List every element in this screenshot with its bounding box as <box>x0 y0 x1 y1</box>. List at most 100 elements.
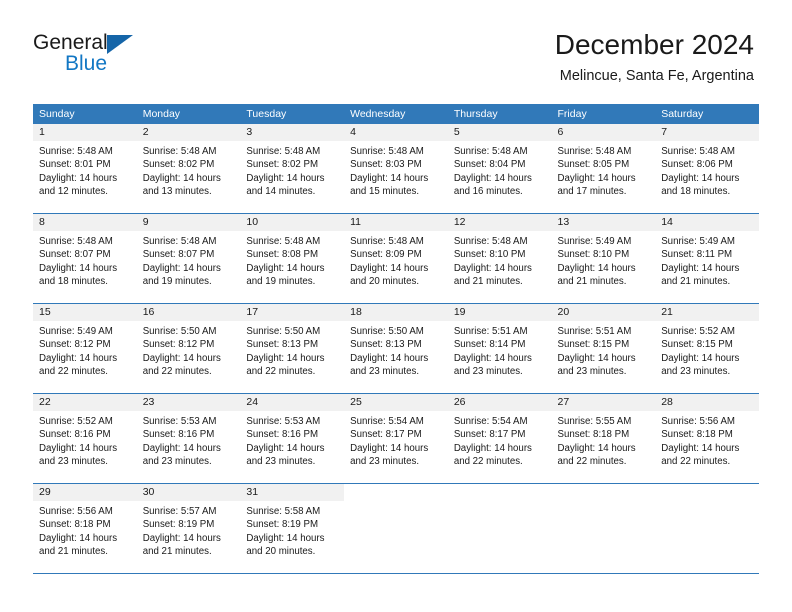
day-cell-empty <box>447 484 552 573</box>
daylight-text-line2: and 23 minutes. <box>350 366 420 378</box>
day-details: Sunrise: 5:48 AM Sunset: 8:04 PM Dayligh… <box>448 141 552 199</box>
daylight-text-line2: and 21 minutes. <box>39 546 108 558</box>
daylight-text-line1: Daylight: 14 hours <box>246 352 325 364</box>
daylight-text-line2: and 23 minutes. <box>557 366 627 378</box>
day-cell[interactable]: 15 Sunrise: 5:49 AM Sunset: 8:12 PM Dayl… <box>33 304 137 393</box>
day-cell[interactable]: 14 Sunrise: 5:49 AM Sunset: 8:11 PM Dayl… <box>655 214 759 303</box>
logo-text-general: General <box>33 31 108 54</box>
day-cell[interactable]: 24 Sunrise: 5:53 AM Sunset: 8:16 PM Dayl… <box>240 394 345 483</box>
daylight-text-line2: and 21 minutes. <box>453 276 523 288</box>
daylight-text-line2: and 23 minutes. <box>246 456 316 468</box>
sunrise-text: Sunrise: 5:48 AM <box>557 146 632 157</box>
sunset-text: Sunset: 8:01 PM <box>39 159 111 171</box>
day-details: Sunrise: 5:50 AM Sunset: 8:13 PM Dayligh… <box>344 321 448 379</box>
day-details: Sunrise: 5:54 AM Sunset: 8:17 PM Dayligh… <box>448 411 552 469</box>
day-details: Sunrise: 5:49 AM Sunset: 8:12 PM Dayligh… <box>33 321 137 379</box>
day-cell[interactable]: 2 Sunrise: 5:48 AM Sunset: 8:02 PM Dayli… <box>136 124 241 213</box>
day-details: Sunrise: 5:58 AM Sunset: 8:19 PM Dayligh… <box>240 501 344 559</box>
day-cell[interactable]: 25 Sunrise: 5:54 AM Sunset: 8:17 PM Dayl… <box>344 394 448 483</box>
sunset-text: Sunset: 8:11 PM <box>661 249 733 261</box>
weekday-header-row: Sunday Monday Tuesday Wednesday Thursday… <box>33 104 759 124</box>
logo-text-blue: Blue <box>65 52 108 75</box>
sunrise-text: Sunrise: 5:48 AM <box>661 146 735 157</box>
sunrise-text: Sunrise: 5:48 AM <box>142 146 217 157</box>
weekday-header-monday: Monday <box>142 108 181 120</box>
sunset-text: Sunset: 8:08 PM <box>246 249 319 261</box>
day-cell[interactable]: 3 Sunrise: 5:48 AM Sunset: 8:02 PM Dayli… <box>240 124 345 213</box>
day-cell[interactable]: 17 Sunrise: 5:50 AM Sunset: 8:13 PM Dayl… <box>240 304 345 393</box>
day-number: 25 <box>344 394 448 411</box>
day-number: 4 <box>344 124 448 141</box>
daylight-text-line2: and 14 minutes. <box>246 186 316 198</box>
daylight-text-line2: and 20 minutes. <box>350 276 420 288</box>
sunset-text: Sunset: 8:02 PM <box>246 159 319 171</box>
page-subtitle: Melincue, Santa Fe, Argentina <box>559 68 754 84</box>
sunrise-text: Sunrise: 5:57 AM <box>142 506 217 517</box>
day-cell[interactable]: 29 Sunrise: 5:56 AM Sunset: 8:18 PM Dayl… <box>33 484 137 573</box>
daylight-text-line1: Daylight: 14 hours <box>453 172 532 184</box>
day-cell[interactable]: 13 Sunrise: 5:49 AM Sunset: 8:10 PM Dayl… <box>551 214 656 303</box>
daylight-text-line1: Daylight: 14 hours <box>246 532 325 544</box>
day-number: 2 <box>136 124 241 141</box>
day-cell[interactable]: 28 Sunrise: 5:56 AM Sunset: 8:18 PM Dayl… <box>655 394 759 483</box>
day-cell[interactable]: 26 Sunrise: 5:54 AM Sunset: 8:17 PM Dayl… <box>447 394 552 483</box>
day-cell[interactable]: 8 Sunrise: 5:48 AM Sunset: 8:07 PM Dayli… <box>33 214 137 303</box>
day-cell[interactable]: 6 Sunrise: 5:48 AM Sunset: 8:05 PM Dayli… <box>551 124 656 213</box>
day-cell[interactable]: 9 Sunrise: 5:48 AM Sunset: 8:07 PM Dayli… <box>136 214 241 303</box>
day-cell[interactable]: 31 Sunrise: 5:58 AM Sunset: 8:19 PM Dayl… <box>240 484 345 573</box>
day-cell[interactable]: 23 Sunrise: 5:53 AM Sunset: 8:16 PM Dayl… <box>136 394 241 483</box>
day-details: Sunrise: 5:48 AM Sunset: 8:03 PM Dayligh… <box>344 141 448 199</box>
daylight-text-line1: Daylight: 14 hours <box>39 172 118 184</box>
day-number: 29 <box>33 484 137 501</box>
sunset-text: Sunset: 8:06 PM <box>661 159 733 171</box>
day-cell[interactable]: 4 Sunrise: 5:48 AM Sunset: 8:03 PM Dayli… <box>344 124 448 213</box>
day-details: Sunrise: 5:53 AM Sunset: 8:16 PM Dayligh… <box>137 411 241 469</box>
day-details: Sunrise: 5:52 AM Sunset: 8:15 PM Dayligh… <box>655 321 759 379</box>
day-number: 14 <box>655 214 759 231</box>
sunset-text: Sunset: 8:16 PM <box>142 429 215 441</box>
daylight-text-line2: and 22 minutes. <box>246 366 316 378</box>
day-details: Sunrise: 5:52 AM Sunset: 8:16 PM Dayligh… <box>33 411 137 469</box>
day-details: Sunrise: 5:48 AM Sunset: 8:07 PM Dayligh… <box>33 231 137 289</box>
day-number: 3 <box>240 124 345 141</box>
daylight-text-line1: Daylight: 14 hours <box>350 172 429 184</box>
sunset-text: Sunset: 8:10 PM <box>557 249 630 261</box>
daylight-text-line2: and 23 minutes. <box>39 456 108 468</box>
day-cell[interactable]: 1 Sunrise: 5:48 AM Sunset: 8:01 PM Dayli… <box>33 124 137 213</box>
day-cell[interactable]: 19 Sunrise: 5:51 AM Sunset: 8:14 PM Dayl… <box>447 304 552 393</box>
day-cell[interactable]: 10 Sunrise: 5:48 AM Sunset: 8:08 PM Dayl… <box>240 214 345 303</box>
day-cell[interactable]: 12 Sunrise: 5:48 AM Sunset: 8:10 PM Dayl… <box>447 214 552 303</box>
day-details: Sunrise: 5:57 AM Sunset: 8:19 PM Dayligh… <box>137 501 241 559</box>
day-cell[interactable]: 5 Sunrise: 5:48 AM Sunset: 8:04 PM Dayli… <box>447 124 552 213</box>
day-cell[interactable]: 30 Sunrise: 5:57 AM Sunset: 8:19 PM Dayl… <box>136 484 241 573</box>
day-cell[interactable]: 21 Sunrise: 5:52 AM Sunset: 8:15 PM Dayl… <box>655 304 759 393</box>
day-cell[interactable]: 27 Sunrise: 5:55 AM Sunset: 8:18 PM Dayl… <box>551 394 656 483</box>
day-details: Sunrise: 5:48 AM Sunset: 8:09 PM Dayligh… <box>344 231 448 289</box>
day-cell[interactable]: 11 Sunrise: 5:48 AM Sunset: 8:09 PM Dayl… <box>344 214 448 303</box>
weekday-header-tuesday: Tuesday <box>246 108 287 120</box>
day-cell[interactable]: 18 Sunrise: 5:50 AM Sunset: 8:13 PM Dayl… <box>344 304 448 393</box>
day-number: 21 <box>655 304 759 321</box>
day-details: Sunrise: 5:50 AM Sunset: 8:12 PM Dayligh… <box>137 321 241 379</box>
sunset-text: Sunset: 8:16 PM <box>39 429 111 441</box>
title-block: December 2024 Melincue, Santa Fe, Argent… <box>555 28 754 86</box>
daylight-text-line1: Daylight: 14 hours <box>142 532 221 544</box>
sunrise-text: Sunrise: 5:54 AM <box>350 416 424 427</box>
weekday-header-saturday: Saturday <box>661 108 704 120</box>
day-cell[interactable]: 20 Sunrise: 5:51 AM Sunset: 8:15 PM Dayl… <box>551 304 656 393</box>
day-cell[interactable]: 22 Sunrise: 5:52 AM Sunset: 8:16 PM Dayl… <box>33 394 137 483</box>
daylight-text-line2: and 22 minutes. <box>661 456 731 468</box>
day-cell[interactable]: 16 Sunrise: 5:50 AM Sunset: 8:12 PM Dayl… <box>136 304 241 393</box>
general-blue-logo[interactable]: General Blue <box>33 32 163 80</box>
daylight-text-line1: Daylight: 14 hours <box>557 262 636 274</box>
sunset-text: Sunset: 8:04 PM <box>453 159 526 171</box>
daylight-text-line1: Daylight: 14 hours <box>350 442 429 454</box>
day-cell[interactable]: 7 Sunrise: 5:48 AM Sunset: 8:06 PM Dayli… <box>655 124 759 213</box>
daylight-text-line2: and 20 minutes. <box>246 546 316 558</box>
sunset-text: Sunset: 8:15 PM <box>557 339 630 351</box>
daylight-text-line1: Daylight: 14 hours <box>557 442 636 454</box>
day-details: Sunrise: 5:56 AM Sunset: 8:18 PM Dayligh… <box>655 411 759 469</box>
sunset-text: Sunset: 8:18 PM <box>661 429 733 441</box>
daylight-text-line2: and 22 minutes. <box>39 366 108 378</box>
day-cell-empty <box>551 484 656 573</box>
